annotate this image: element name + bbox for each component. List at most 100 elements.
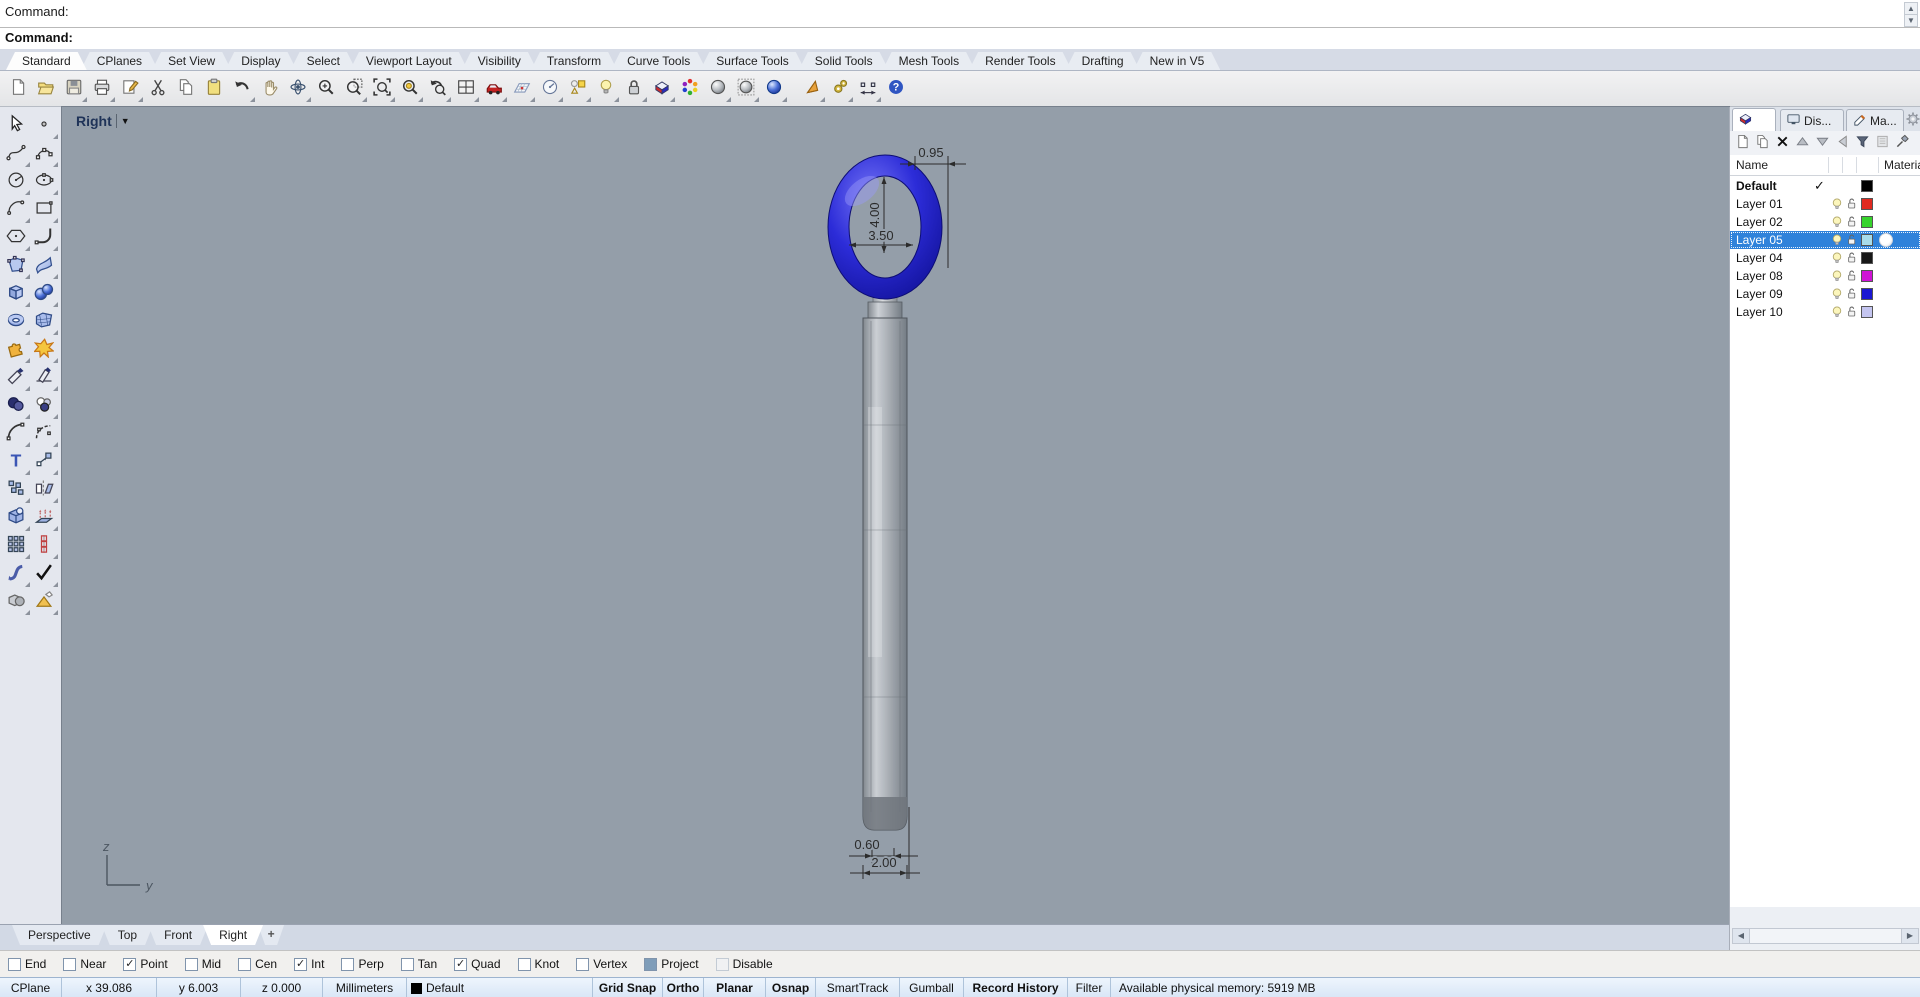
osnap-disable[interactable]: Disable (715, 957, 773, 971)
point-tool[interactable] (30, 111, 58, 139)
options-button[interactable] (827, 76, 853, 102)
blend-curve-tool[interactable] (30, 419, 58, 447)
status-ortho[interactable]: Ortho (663, 978, 704, 997)
move-up-layer-button[interactable] (1793, 134, 1812, 153)
status-y-6-003[interactable]: y 6.003 (157, 978, 241, 997)
status-planar[interactable]: Planar (704, 978, 766, 997)
check-objects-tool[interactable] (30, 559, 58, 587)
status-grid-snap[interactable]: Grid Snap (593, 978, 663, 997)
polygon-tool[interactable] (2, 223, 30, 251)
collapse-layer-button[interactable] (1833, 134, 1852, 153)
toolbar-tab-select[interactable]: Select (291, 52, 356, 70)
toolbar-tab-mesh-tools[interactable]: Mesh Tools (883, 52, 975, 70)
toolbar-tab-curve-tools[interactable]: Curve Tools (611, 52, 706, 70)
layer-row-layer-01[interactable]: Layer 01 (1730, 195, 1920, 213)
layer-lock-icon[interactable] (1845, 215, 1858, 228)
rotate-view-button[interactable] (285, 76, 311, 102)
command-prompt[interactable]: Command: (0, 28, 1920, 50)
layer-row-layer-08[interactable]: Layer 08 (1730, 267, 1920, 285)
layer-color-swatch[interactable] (1861, 270, 1873, 282)
status-filter[interactable]: Filter (1068, 978, 1111, 997)
flyout-triangle-icon[interactable] (82, 96, 87, 102)
select-arrow-tool[interactable] (2, 111, 30, 139)
box-tool[interactable] (2, 279, 30, 307)
osnap-near-checkbox[interactable] (63, 957, 77, 971)
layer-visibility-bulb-icon[interactable] (1830, 251, 1844, 265)
flyout-triangle-icon[interactable] (474, 96, 479, 102)
toolbar-tab-solid-tools[interactable]: Solid Tools (799, 52, 889, 70)
extrude-tool[interactable] (30, 503, 58, 531)
layer-name[interactable]: Layer 09 (1736, 287, 1783, 301)
flyout-triangle-icon[interactable] (390, 96, 395, 102)
surface-curved-tool[interactable] (30, 251, 58, 279)
print-button[interactable] (89, 76, 115, 102)
viewport-tab-perspective[interactable]: Perspective (12, 925, 107, 945)
status-gumball[interactable]: Gumball (900, 978, 964, 997)
status-x-39-086[interactable]: x 39.086 (62, 978, 157, 997)
osnap-point[interactable]: Point (123, 957, 168, 971)
flyout-triangle-icon[interactable] (306, 96, 311, 102)
layer-color-swatch[interactable] (1861, 288, 1873, 300)
flyout-triangle-icon[interactable] (362, 96, 367, 102)
scroll-left-icon[interactable]: ◀ (1733, 929, 1750, 943)
panel-tab-display[interactable]: Dis... (1780, 109, 1844, 131)
render-preview-button[interactable] (799, 76, 825, 102)
flyout-triangle-icon[interactable] (642, 96, 647, 102)
layer-lock-icon[interactable] (1845, 233, 1858, 246)
new-layer-button[interactable] (1733, 134, 1752, 153)
cut-button[interactable] (145, 76, 171, 102)
layer-name[interactable]: Layer 05 (1736, 233, 1783, 247)
rendered-viewport-button[interactable] (733, 76, 759, 102)
toolbar-tab-display[interactable]: Display (225, 52, 296, 70)
toolbar-tab-new-in-v5[interactable]: New in V5 (1134, 52, 1221, 70)
osnap-project[interactable]: Project (644, 957, 699, 971)
copy-button[interactable] (173, 76, 199, 102)
twist-tool[interactable] (2, 559, 30, 587)
duplicate-layer-button[interactable] (1753, 134, 1772, 153)
layer-visibility-bulb-icon[interactable] (1830, 287, 1844, 301)
osnap-tan-checkbox[interactable] (400, 957, 414, 971)
move-down-layer-button[interactable] (1813, 134, 1832, 153)
osnap-tan[interactable]: Tan (400, 957, 437, 971)
layer-color-swatch[interactable] (1861, 180, 1873, 192)
layer-visibility-bulb-icon[interactable] (1830, 305, 1844, 319)
layer-color-swatch[interactable] (1861, 306, 1873, 318)
layer-lock-icon[interactable] (1845, 251, 1858, 264)
flyout-triangle-icon[interactable] (782, 96, 787, 102)
select-color-button[interactable] (677, 76, 703, 102)
osnap-quad[interactable]: Quad (454, 957, 501, 971)
zoom-extents-button[interactable] (369, 76, 395, 102)
fillet-curve-tool[interactable] (2, 419, 30, 447)
layer-visibility-bulb-icon[interactable] (1830, 269, 1844, 283)
zoom-selected-button[interactable] (397, 76, 423, 102)
zoom-dynamic-button[interactable] (313, 76, 339, 102)
osnap-project-checkbox[interactable] (644, 957, 658, 971)
ellipse-tool[interactable] (30, 167, 58, 195)
scroll-right-icon[interactable]: ▶ (1901, 929, 1918, 943)
toolbar-tab-drafting[interactable]: Drafting (1066, 52, 1140, 70)
layer-visibility-bulb-icon[interactable] (1830, 215, 1844, 229)
boolean-tool[interactable] (2, 587, 30, 615)
save-button[interactable] (61, 76, 87, 102)
new-document-button[interactable] (5, 76, 31, 102)
layer-name[interactable]: Layer 08 (1736, 269, 1783, 283)
layer-name[interactable]: Layer 02 (1736, 215, 1783, 229)
command-scroll-down-icon[interactable]: ▼ (1904, 14, 1918, 27)
undo-view-button[interactable] (425, 76, 451, 102)
layer-color-swatch[interactable] (1861, 216, 1873, 228)
copy-objects-tool[interactable] (2, 475, 30, 503)
status-smarttrack[interactable]: SmartTrack (816, 978, 900, 997)
flyout-triangle-icon[interactable] (848, 96, 853, 102)
flyout-triangle-icon[interactable] (250, 96, 255, 102)
osnap-near[interactable]: Near (63, 957, 106, 971)
panel-tab-materials[interactable]: Ma... (1846, 109, 1904, 131)
current-layer-swatch[interactable] (411, 982, 422, 994)
osnap-int-checkbox[interactable] (294, 957, 308, 971)
open-file-button[interactable] (33, 76, 59, 102)
layer-sheet-button[interactable] (1873, 134, 1892, 153)
osnap-end[interactable]: End (8, 957, 46, 971)
cplane-button[interactable] (509, 76, 535, 102)
flyout-triangle-icon[interactable] (138, 96, 143, 102)
osnap-cen[interactable]: Cen (238, 957, 277, 971)
layer-color-swatch[interactable] (1861, 234, 1873, 246)
